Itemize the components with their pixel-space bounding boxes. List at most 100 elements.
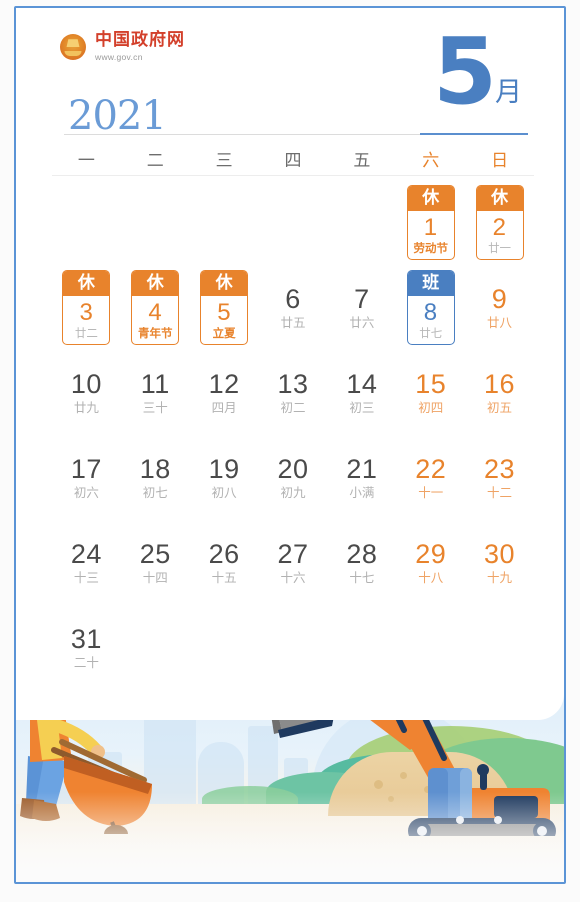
day-cell-3[interactable]: 休 3 廿二 — [52, 265, 121, 350]
lunar-label: 廿六 — [349, 314, 375, 330]
day-badge-box-3[interactable]: 休 3 廿二 — [62, 269, 111, 346]
day-number: 7 — [354, 283, 370, 314]
day-number: 9 — [491, 283, 508, 314]
page-frame: 中国政府网 www.gov.cn 2021 5 月 一二三四五六日 休 1 劳动节休… — [14, 6, 566, 884]
lunar-label: 十二 — [487, 484, 513, 500]
rest-badge: 休 — [63, 270, 110, 296]
lunar-label: 十七 — [349, 569, 375, 585]
day-number: 25 — [139, 538, 171, 569]
day-badge-box-8[interactable]: 班 8 廿七 — [406, 269, 455, 346]
day-cell-18[interactable]: 18 初七 — [121, 435, 190, 520]
day-cell-19[interactable]: 19 初八 — [190, 435, 259, 520]
weekday-divider — [52, 175, 534, 176]
work-badge: 班 — [407, 270, 454, 296]
rest-badge: 休 — [407, 185, 454, 211]
lunar-label: 初九 — [280, 484, 306, 500]
day-number: 13 — [277, 368, 309, 399]
day-cell-13[interactable]: 13 初二 — [259, 350, 328, 435]
day-cell-17[interactable]: 17 初六 — [52, 435, 121, 520]
day-cell-6[interactable]: 6 廿五 — [259, 265, 328, 350]
weekday-header-4: 四 — [284, 150, 302, 171]
day-cell-2[interactable]: 休 2 廿一 — [465, 180, 534, 265]
day-number: 4 — [148, 298, 163, 326]
day-number: 5 — [217, 298, 232, 326]
day-number: 18 — [139, 453, 171, 484]
weekday-header-2: 二 — [146, 150, 164, 171]
day-number: 31 — [70, 623, 102, 654]
day-badge-box-4[interactable]: 休 4 青年节 — [131, 269, 180, 346]
day-cell-10[interactable]: 10 廿九 — [52, 350, 121, 435]
day-number: 24 — [70, 538, 102, 569]
year-label[interactable]: 2021 — [68, 96, 167, 136]
day-badge-box-5[interactable]: 休 5 立夏 — [200, 269, 249, 346]
day-cell-7[interactable]: 7 廿六 — [327, 265, 396, 350]
day-badge-box-2[interactable]: 休 2 廿一 — [475, 184, 524, 261]
calendar-card: 中国政府网 www.gov.cn 2021 5 月 一二三四五六日 休 1 劳动节休… — [16, 8, 564, 720]
day-cell-4[interactable]: 休 4 青年节 — [121, 265, 190, 350]
day-cell-5[interactable]: 休 5 立夏 — [190, 265, 259, 350]
day-cell-24[interactable]: 24 十三 — [52, 520, 121, 605]
day-cell-30[interactable]: 30 十九 — [465, 520, 534, 605]
day-cell-25[interactable]: 25 十四 — [121, 520, 190, 605]
day-cell-11[interactable]: 11 三十 — [121, 350, 190, 435]
day-number: 17 — [70, 453, 102, 484]
day-cell-15[interactable]: 15 初四 — [396, 350, 465, 435]
day-cell-9[interactable]: 9 廿八 — [465, 265, 534, 350]
lunar-label: 廿五 — [280, 314, 306, 330]
national-emblem-icon — [60, 34, 86, 60]
day-number: 19 — [208, 453, 240, 484]
lunar-label: 初五 — [487, 399, 513, 415]
day-cell-23[interactable]: 23 十二 — [465, 435, 534, 520]
day-cell-16[interactable]: 16 初五 — [465, 350, 534, 435]
lunar-label: 初三 — [349, 399, 375, 415]
day-grid: 休 1 劳动节休 2 廿一休 3 廿二休 4 青年节休 5 立夏 6 廿五 7 廿六班 8 廿七 9 廿八 10 廿九 1… — [52, 180, 534, 690]
lunar-label: 初八 — [211, 484, 237, 500]
month-suffix: 月 — [495, 76, 522, 108]
lunar-label: 十三 — [73, 569, 99, 585]
lunar-label: 廿八 — [487, 314, 513, 330]
day-number: 23 — [484, 453, 516, 484]
day-cell-21[interactable]: 21 小满 — [327, 435, 396, 520]
day-cell-27[interactable]: 27 十六 — [259, 520, 328, 605]
day-cell-29[interactable]: 29 十八 — [396, 520, 465, 605]
day-number: 28 — [346, 538, 378, 569]
day-cell-22[interactable]: 22 十一 — [396, 435, 465, 520]
day-number: 8 — [423, 298, 438, 326]
day-number: 15 — [415, 368, 447, 399]
lunar-label: 廿七 — [419, 325, 443, 340]
day-number: 16 — [484, 368, 516, 399]
day-cell-12[interactable]: 12 四月 — [190, 350, 259, 435]
lunar-label: 三十 — [142, 399, 168, 415]
weekday-header-6: 六 — [422, 150, 440, 171]
day-number: 20 — [277, 453, 309, 484]
day-cell-14[interactable]: 14 初三 — [327, 350, 396, 435]
day-badge-box-1[interactable]: 休 1 劳动节 — [406, 184, 455, 261]
day-cell-1[interactable]: 休 1 劳动节 — [396, 180, 465, 265]
rest-badge: 休 — [132, 270, 179, 296]
lunar-label: 初二 — [280, 399, 306, 415]
lunar-label: 二十 — [73, 654, 99, 670]
day-cell-28[interactable]: 28 十七 — [327, 520, 396, 605]
lunar-label: 四月 — [211, 399, 237, 415]
day-number: 11 — [140, 368, 170, 399]
site-brand[interactable]: 中国政府网 www.gov.cn — [60, 32, 185, 62]
day-cell-31[interactable]: 31 二十 — [52, 605, 121, 690]
day-cell-20[interactable]: 20 初九 — [259, 435, 328, 520]
lunar-label: 廿一 — [488, 240, 512, 255]
lunar-label: 十九 — [487, 569, 513, 585]
day-number: 10 — [70, 368, 102, 399]
lunar-label: 十六 — [280, 569, 306, 585]
day-cell-26[interactable]: 26 十五 — [190, 520, 259, 605]
lunar-label: 十一 — [418, 484, 444, 500]
lunar-label: 初六 — [73, 484, 99, 500]
brand-url: www.gov.cn — [95, 52, 143, 62]
day-cell-8[interactable]: 班 8 廿七 — [396, 265, 465, 350]
weekday-header-7: 日 — [491, 150, 509, 171]
lunar-label: 十四 — [142, 569, 168, 585]
month-display[interactable]: 5 月 — [433, 26, 522, 118]
weekday-header-5: 五 — [353, 150, 371, 171]
rest-badge: 休 — [201, 270, 248, 296]
day-number: 6 — [285, 283, 301, 314]
day-number: 14 — [346, 368, 378, 399]
weekday-header-1: 一 — [77, 150, 95, 171]
